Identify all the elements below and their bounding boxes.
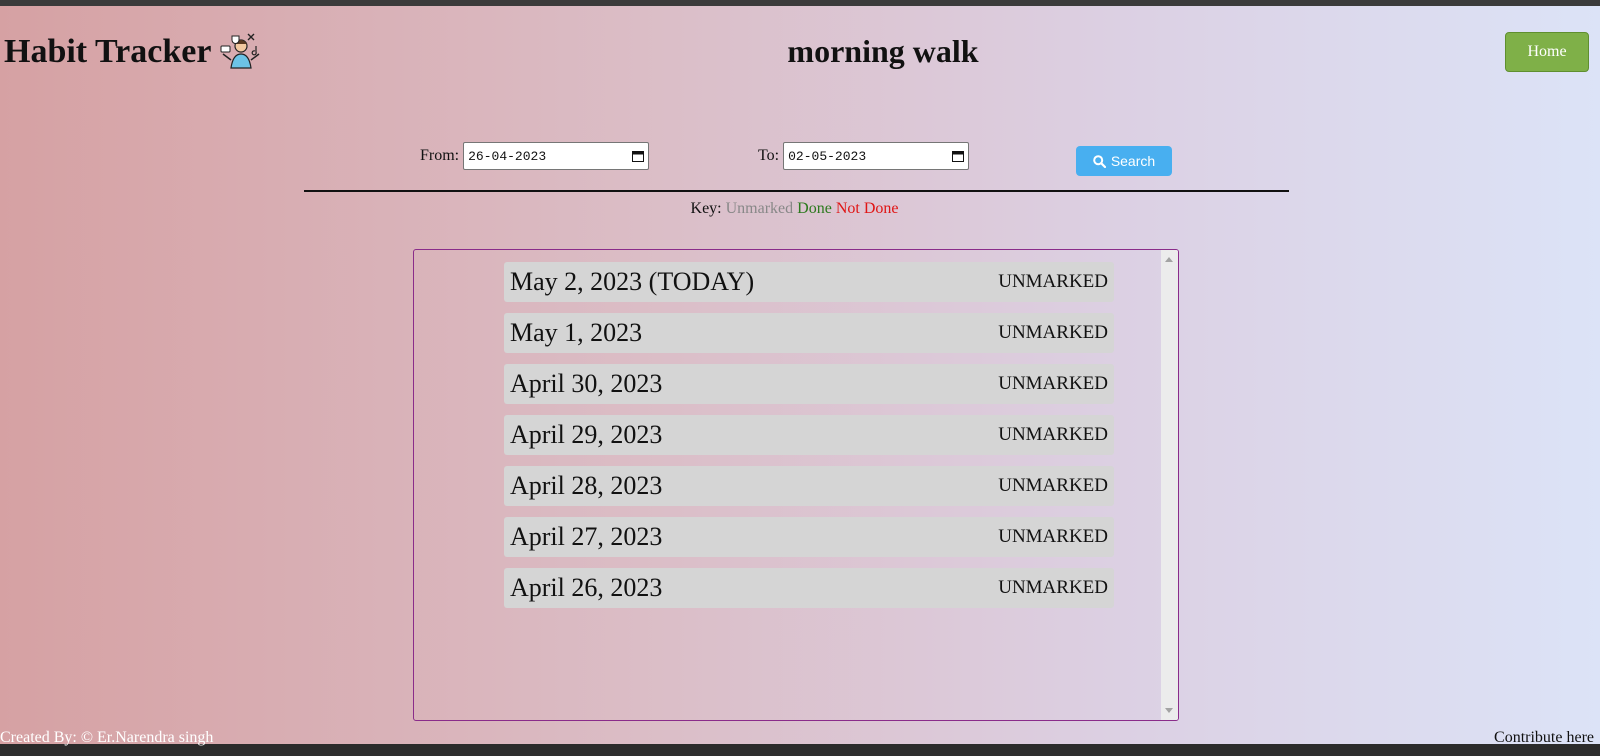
- key-unmarked: Unmarked: [725, 200, 794, 217]
- footer-credit: Created By: © Er.Narendra singh: [0, 729, 214, 746]
- to-date-input[interactable]: 02-05-2023: [783, 142, 970, 170]
- search-icon: [1093, 154, 1106, 168]
- key-not-done: Not Done: [835, 200, 899, 217]
- day-row[interactable]: May 1, 2023 UNMARKED: [504, 313, 1114, 353]
- days-list: May 2, 2023 (TODAY) UNMARKED May 1, 2023…: [504, 262, 1114, 619]
- day-date: May 2, 2023 (TODAY): [510, 267, 755, 296]
- habit-name-heading: morning walk: [787, 33, 979, 69]
- day-status-toggle[interactable]: UNMARKED: [998, 475, 1108, 497]
- divider: [304, 190, 1289, 192]
- day-status-toggle[interactable]: UNMARKED: [998, 424, 1108, 446]
- scroll-down-arrow-icon[interactable]: [1165, 708, 1173, 713]
- to-date-filter: To: 02-05-2023: [758, 142, 970, 170]
- day-date: April 27, 2023: [510, 522, 663, 551]
- day-row[interactable]: April 26, 2023 UNMARKED: [504, 568, 1114, 608]
- day-status-toggle[interactable]: UNMARKED: [998, 577, 1108, 599]
- search-label: Search: [1110, 153, 1156, 169]
- scroll-up-arrow-icon[interactable]: [1165, 257, 1173, 262]
- day-status-toggle[interactable]: UNMARKED: [998, 322, 1108, 344]
- from-date-value: 26-04-2023: [468, 148, 547, 164]
- search-button[interactable]: Search: [1076, 146, 1172, 176]
- day-row[interactable]: April 30, 2023 UNMARKED: [504, 364, 1114, 404]
- calendar-icon[interactable]: [952, 150, 965, 162]
- day-status-toggle[interactable]: UNMARKED: [998, 373, 1108, 395]
- to-label: To:: [758, 147, 780, 164]
- key-done: Done: [797, 200, 832, 217]
- calendar-icon[interactable]: [632, 150, 645, 162]
- from-date-filter: From: 26-04-2023: [420, 142, 650, 170]
- day-row[interactable]: April 29, 2023 UNMARKED: [504, 415, 1114, 455]
- to-date-value: 02-05-2023: [788, 148, 867, 164]
- window-top-edge-overlay: [0, 0, 1600, 6]
- day-date: April 26, 2023: [510, 573, 663, 602]
- day-date: May 1, 2023: [510, 318, 643, 347]
- day-date: April 30, 2023: [510, 369, 663, 398]
- day-date: April 29, 2023: [510, 420, 663, 449]
- day-row[interactable]: April 27, 2023 UNMARKED: [504, 517, 1114, 557]
- home-button[interactable]: Home: [1505, 32, 1589, 72]
- contribute-link[interactable]: Contribute here: [1494, 729, 1594, 747]
- from-label: From:: [420, 147, 460, 164]
- list-scrollbar[interactable]: [1161, 250, 1178, 720]
- from-date-input[interactable]: 26-04-2023: [463, 142, 650, 170]
- days-list-panel[interactable]: May 2, 2023 (TODAY) UNMARKED May 1, 2023…: [413, 249, 1179, 721]
- key-label: Key:: [690, 200, 722, 217]
- status-key: Key: Unmarked Done Not Done: [0, 200, 1589, 218]
- day-date: April 28, 2023: [510, 471, 663, 500]
- day-status-toggle[interactable]: UNMARKED: [998, 271, 1108, 293]
- day-row[interactable]: April 28, 2023 UNMARKED: [504, 466, 1114, 506]
- habit-detail-page: Habit Tracker morning walk Home From: 26…: [0, 0, 1600, 747]
- window-bottom-edge: [0, 750, 1600, 756]
- day-row[interactable]: May 2, 2023 (TODAY) UNMARKED: [504, 262, 1114, 302]
- day-status-toggle[interactable]: UNMARKED: [998, 526, 1108, 548]
